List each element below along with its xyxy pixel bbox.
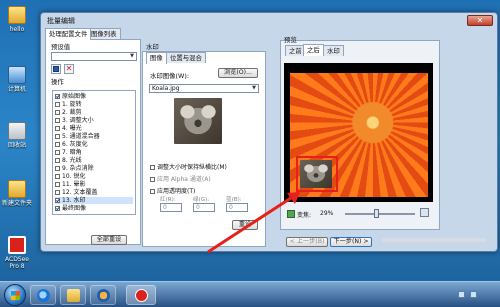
system-tray bbox=[454, 290, 494, 300]
windows-logo-icon bbox=[11, 291, 20, 300]
annotation-arrow bbox=[207, 192, 300, 254]
tab-profile[interactable]: 处理配置文件 bbox=[45, 28, 92, 40]
taskbar bbox=[0, 281, 500, 307]
acdsee-icon bbox=[135, 289, 148, 302]
taskbar-item-explorer[interactable] bbox=[60, 285, 86, 305]
taskbar-item-ie[interactable] bbox=[30, 285, 56, 305]
internet-explorer-icon bbox=[37, 289, 50, 302]
tab-after[interactable]: 之后 bbox=[303, 44, 324, 56]
tab-watermark-image[interactable]: 图像 bbox=[146, 52, 167, 64]
volume-icon[interactable] bbox=[470, 291, 477, 298]
taskbar-item-acdsee[interactable] bbox=[126, 285, 156, 305]
network-icon[interactable] bbox=[458, 291, 465, 298]
media-player-icon bbox=[97, 289, 110, 302]
start-button[interactable] bbox=[4, 284, 26, 306]
folder-icon bbox=[67, 289, 80, 302]
taskbar-item-media[interactable] bbox=[90, 285, 116, 305]
